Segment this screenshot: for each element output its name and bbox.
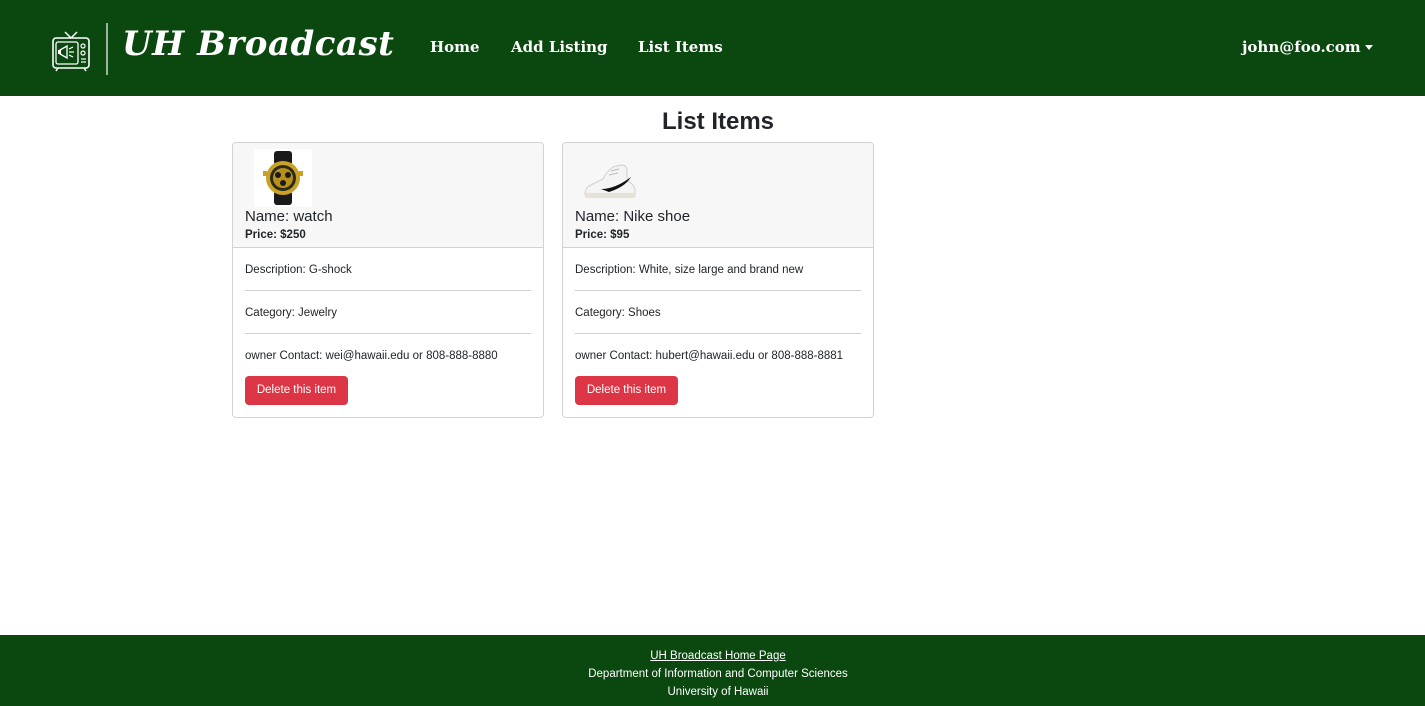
tv-megaphone-icon[interactable] [52, 30, 90, 72]
divider [245, 333, 531, 334]
divider [575, 290, 861, 291]
item-category: Category: Jewelry [245, 307, 338, 319]
brand-title[interactable]: UH Broadcast [122, 24, 394, 64]
owner-contact: owner Contact: hubert@hawaii.edu or 808-… [575, 350, 844, 362]
page-title: List Items [661, 108, 775, 135]
navbar: UH Broadcast Home Add Listing List Items… [0, 0, 1425, 96]
card-header: Name: watch Price: $250 [233, 143, 543, 248]
footer-department: Department of Information and Computer S… [588, 668, 848, 680]
nav-list-items[interactable]: List Items [638, 38, 723, 56]
footer-university: University of Hawaii [667, 686, 769, 698]
caret-down-icon [1364, 45, 1373, 50]
watch-image [254, 149, 312, 207]
nav-add-listing[interactable]: Add Listing [511, 38, 608, 56]
card-header: Name: Nike shoe Price: $95 [563, 143, 873, 248]
footer: UH Broadcast Home Page Department of Inf… [0, 635, 1425, 706]
item-card: Name: watch Price: $250 Description: G-s… [232, 142, 544, 418]
logo-divider [106, 23, 108, 75]
footer-home-link[interactable]: UH Broadcast Home Page [0, 650, 1425, 662]
item-name: Name: Nike shoe [575, 208, 691, 225]
item-price: Price: $95 [575, 229, 630, 241]
delete-item-button[interactable]: Delete this item [245, 376, 348, 405]
item-price: Price: $250 [245, 229, 306, 241]
item-category: Category: Shoes [575, 307, 661, 319]
nav-home[interactable]: Home [430, 38, 480, 56]
item-description: Description: White, size large and brand… [575, 264, 804, 276]
user-email: john@foo.com [1242, 38, 1361, 56]
divider [575, 333, 861, 334]
item-name: Name: watch [245, 208, 333, 225]
divider [245, 290, 531, 291]
owner-contact: owner Contact: wei@hawaii.edu or 808-888… [245, 350, 498, 362]
item-description: Description: G-shock [245, 264, 352, 276]
shoe-image [584, 164, 636, 198]
user-dropdown[interactable]: john@foo.com [1242, 38, 1373, 56]
delete-item-button[interactable]: Delete this item [575, 376, 678, 405]
item-card: Name: Nike shoe Price: $95 Description: … [562, 142, 874, 418]
